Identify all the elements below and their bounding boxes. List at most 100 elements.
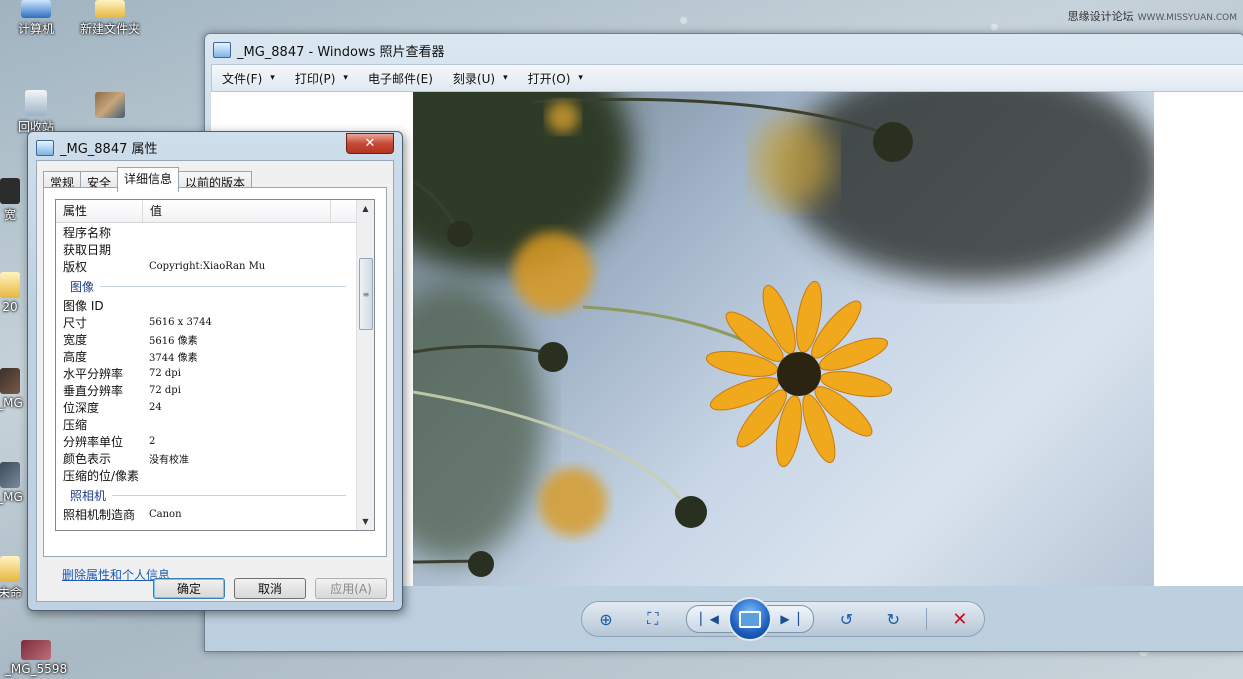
table-row[interactable]: 分辨率单位 2 <box>56 433 356 450</box>
table-row[interactable]: 版权 Copyright:XiaoRan Mu <box>56 258 356 275</box>
image-file-icon <box>36 139 54 156</box>
scroll-thumb[interactable]: ≡ <box>359 258 373 330</box>
column-header-property[interactable]: 属性 <box>56 200 143 222</box>
image-file-icon <box>21 640 51 660</box>
properties-list[interactable]: 属性 值 程序名称获取日期 版权 Copyright:XiaoRan Mu 图像图像 … <box>55 199 375 531</box>
delete-icon[interactable]: ✕ <box>946 607 974 631</box>
folder-icon <box>0 556 20 582</box>
property-value: 72 dpi <box>149 368 181 379</box>
property-name: 水平分辨率 <box>63 367 124 381</box>
photo-viewer-app-icon <box>213 42 231 58</box>
dialog-title: _MG_8847 属性 <box>60 142 158 157</box>
table-row[interactable]: 高度 3744 像素 <box>56 348 356 365</box>
table-row[interactable]: 程序名称 <box>56 224 356 241</box>
property-value: 5616 x 3744 <box>149 317 212 328</box>
table-row[interactable]: 照相机制造商 Canon <box>56 506 356 523</box>
property-name: 照相机制造商 <box>63 508 136 522</box>
dialog-content: 常规 安全 详细信息 以前的版本 属性 值 程序名称 获取日期 版权 Copyrigh… <box>36 160 394 602</box>
menu-email[interactable]: 电子邮件(E) <box>358 65 443 91</box>
table-row[interactable]: 颜色表示 没有校准 <box>56 450 356 467</box>
dropdown-caret-icon: ▾ <box>270 73 275 83</box>
property-name: 版权 <box>63 260 88 274</box>
tab-details[interactable]: 详细信息 <box>117 167 180 192</box>
property-name: 程序名称 <box>63 226 112 240</box>
property-value: 没有校准 <box>149 455 189 466</box>
navigation-group: ▏◀ ▶▕ <box>685 597 814 641</box>
group-header-image: 图像 <box>56 275 356 297</box>
cancel-button[interactable]: 取消 <box>234 578 306 599</box>
viewer-title: _MG_8847 - Windows 照片查看器 <box>237 44 445 60</box>
property-value: 3744 像素 <box>149 353 198 364</box>
property-name: 压缩 <box>63 418 88 432</box>
property-name: 宽度 <box>63 333 88 347</box>
menu-open[interactable]: 打开(O) ▾ <box>518 65 593 91</box>
toolbar-separator <box>926 608 928 630</box>
apply-button[interactable]: 应用(A) <box>315 578 387 599</box>
scroll-down-icon[interactable]: ▼ <box>357 513 374 530</box>
recycle-bin-icon <box>25 90 47 116</box>
flower-photo-art <box>413 92 1154 577</box>
property-name: 高度 <box>63 350 88 364</box>
folder-icon <box>95 0 125 18</box>
property-name: 获取日期 <box>63 243 112 257</box>
property-value: 24 <box>149 402 162 413</box>
scroll-up-icon[interactable]: ▲ <box>357 200 374 217</box>
property-name: 分辨率单位 <box>63 435 124 449</box>
property-rows: 程序名称获取日期 版权 Copyright:XiaoRan Mu 图像图像 ID 尺寸 5… <box>56 224 356 523</box>
property-value: Canon <box>149 509 182 520</box>
computer-icon <box>21 0 51 18</box>
menu-burn[interactable]: 刻录(U) ▾ <box>443 65 518 91</box>
table-row[interactable]: 垂直分辨率 72 dpi <box>56 382 356 399</box>
list-scrollbar[interactable]: ▲ ≡ ▼ <box>356 200 374 530</box>
table-row[interactable]: 尺寸 5616 x 3744 <box>56 314 356 331</box>
image-file-icon <box>95 92 125 118</box>
slideshow-icon[interactable] <box>727 597 772 641</box>
rotate-ccw-icon[interactable]: ↺ <box>832 607 860 631</box>
table-row[interactable]: 图像 ID <box>56 297 356 314</box>
desktop-icon-recycle-bin[interactable]: 回收站 <box>4 90 68 135</box>
shortcut-icon <box>0 178 20 204</box>
close-button[interactable]: ✕ <box>346 133 394 154</box>
group-header-camera: 照相机 <box>56 484 356 506</box>
property-name: 颜色表示 <box>63 452 112 466</box>
table-row[interactable]: 获取日期 <box>56 241 356 258</box>
zoom-icon[interactable]: ⊕ <box>592 607 620 631</box>
table-row[interactable]: 水平分辨率 72 dpi <box>56 365 356 382</box>
menu-file[interactable]: 文件(F) ▾ <box>212 65 285 91</box>
rotate-cw-icon[interactable]: ↻ <box>879 607 907 631</box>
close-icon: ✕ <box>364 136 376 151</box>
table-row[interactable]: 宽度 5616 像素 <box>56 331 356 348</box>
table-row[interactable]: 压缩 <box>56 416 356 433</box>
viewer-title-bar[interactable]: _MG_8847 - Windows 照片查看器 <box>213 39 445 61</box>
dialog-title-bar[interactable]: _MG_8847 属性 <box>36 138 158 157</box>
desktop-icon-mg-5598[interactable]: _MG_5598 <box>4 640 68 676</box>
previous-icon[interactable]: ▏◀ <box>685 605 734 633</box>
property-value: 5616 像素 <box>149 336 198 347</box>
property-name: 图像 ID <box>63 299 104 313</box>
menu-print[interactable]: 打印(P) ▾ <box>285 65 358 91</box>
dropdown-caret-icon: ▾ <box>503 73 508 83</box>
table-row[interactable]: 压缩的位/像素 <box>56 467 356 484</box>
desktop-icon-computer[interactable]: 计算机 <box>4 0 68 37</box>
property-value: 2 <box>149 436 156 447</box>
next-icon[interactable]: ▶▕ <box>765 605 814 633</box>
desktop-icon-image[interactable] <box>78 92 142 120</box>
column-header-value[interactable]: 值 <box>143 200 331 222</box>
property-name: 位深度 <box>63 401 100 415</box>
property-value: 72 dpi <box>149 385 181 396</box>
folder-icon <box>0 272 20 298</box>
dropdown-caret-icon: ▾ <box>578 73 583 83</box>
flower-photo <box>413 92 1154 586</box>
details-panel: 属性 值 程序名称获取日期 版权 Copyright:XiaoRan Mu 图像图像 … <box>43 187 387 582</box>
desktop-icon-new-folder[interactable]: 新建文件夹 <box>78 0 142 37</box>
property-name: 尺寸 <box>63 316 88 330</box>
property-name: 压缩的位/像素 <box>63 469 140 483</box>
dropdown-caret-icon: ▾ <box>343 73 348 83</box>
image-file-icon <box>0 462 20 488</box>
table-row[interactable]: 位深度 24 <box>56 399 356 416</box>
list-header: 属性 值 <box>56 200 356 223</box>
watermark: 思缘设计论坛 WWW.MISSYUAN.COM <box>1067 10 1237 23</box>
fit-window-icon[interactable]: ⛶ <box>639 607 667 631</box>
ok-button[interactable]: 确定 <box>153 578 225 599</box>
property-name: 垂直分辨率 <box>63 384 124 398</box>
